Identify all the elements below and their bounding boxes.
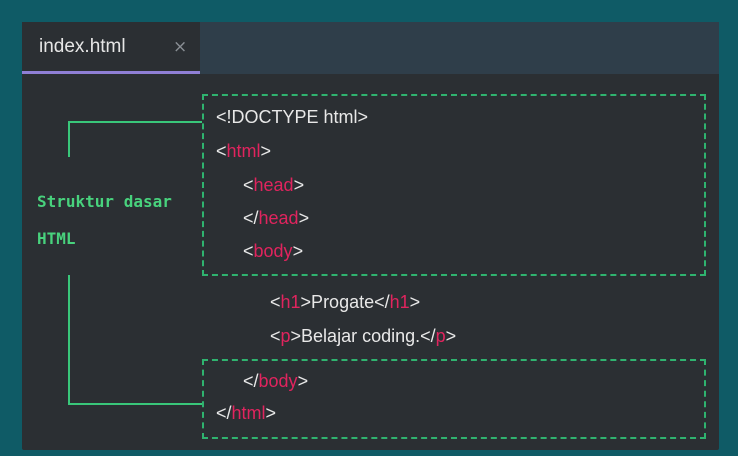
bracket-top-vertical (68, 121, 70, 157)
code-token: < (216, 141, 227, 161)
code-token: > (297, 371, 309, 391)
code-token: > (445, 326, 457, 346)
code-line-head-close: </head> (243, 208, 309, 229)
tag-name-token: h1 (280, 292, 301, 312)
tag-name-token: p (435, 326, 446, 346)
tab-bar: index.html × (22, 22, 719, 74)
tab-label: index.html (39, 36, 126, 57)
code-token: </ (216, 403, 232, 423)
tag-name-token: body (253, 241, 293, 261)
tag-name-token: body (258, 371, 298, 391)
tag-name-token: head (253, 175, 294, 195)
code-token: < (243, 241, 254, 261)
annotation-line-1: Struktur dasar (37, 192, 172, 211)
code-token: >Progate</ (300, 292, 390, 312)
code-line-p: <p>Belajar coding.</p> (270, 326, 456, 347)
code-token: > (260, 141, 272, 161)
code-line-body-close: </body> (243, 371, 308, 392)
code-token: </ (243, 371, 259, 391)
bracket-top-horizontal (68, 121, 202, 123)
code-line-body-open: <body> (243, 241, 303, 262)
code-line-head-open: <head> (243, 175, 304, 196)
bracket-bottom-vertical (68, 275, 70, 405)
code-token: >Belajar coding.</ (290, 326, 436, 346)
annotation-line-2: HTML (37, 229, 76, 248)
code-token: < (270, 326, 281, 346)
code-token: > (298, 208, 310, 228)
tag-name-token: head (258, 208, 299, 228)
code-line-html-close: </html> (216, 403, 276, 424)
tag-name-token: p (280, 326, 291, 346)
code-token: > (265, 403, 277, 423)
code-token: < (270, 292, 281, 312)
code-token: </ (243, 208, 259, 228)
tag-name-token: html (226, 141, 261, 161)
tag-name-token: h1 (389, 292, 410, 312)
bracket-bottom-horizontal (68, 403, 202, 405)
screenshot-frame: index.html × Struktur dasar HTML <!DOCTY… (0, 0, 738, 456)
code-line-doctype: <!DOCTYPE html> (216, 107, 368, 128)
code-token: > (292, 241, 304, 261)
tab-index-html[interactable]: index.html × (22, 22, 200, 74)
code-line-html-open: <html> (216, 141, 271, 162)
close-icon[interactable]: × (173, 37, 187, 57)
code-token: < (243, 175, 254, 195)
code-token: > (293, 175, 305, 195)
code-line-h1: <h1>Progate</h1> (270, 292, 420, 313)
code-token: <!DOCTYPE html> (216, 107, 369, 127)
code-token: > (409, 292, 421, 312)
tag-name-token: html (231, 403, 266, 423)
